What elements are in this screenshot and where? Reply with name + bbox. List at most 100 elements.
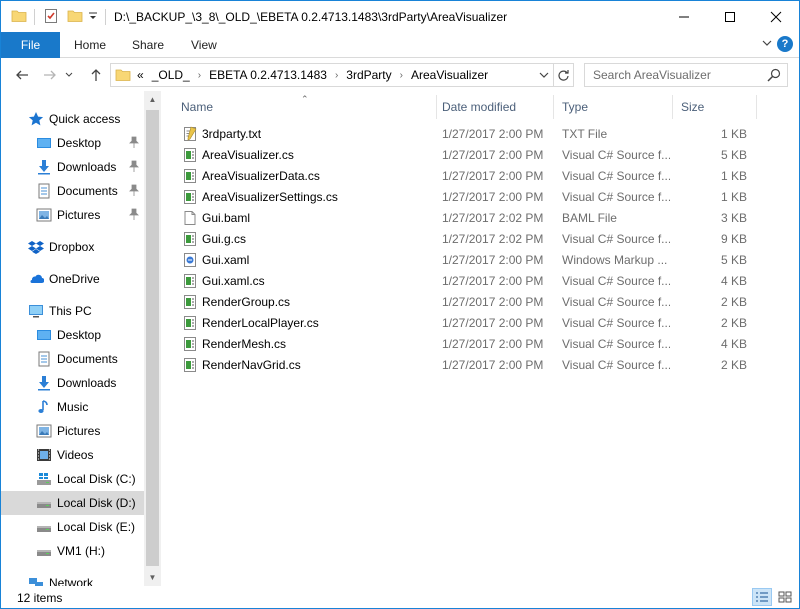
up-arrow-icon[interactable] [87,66,105,84]
scroll-down-arrow-icon[interactable]: ▼ [144,569,161,586]
file-row[interactable]: Gui.baml 1/27/2017 2:02 PM BAML File 3 KB [179,208,759,229]
file-date: 1/27/2017 2:00 PM [442,316,544,330]
column-header-label: Name [181,100,214,114]
file-name: RenderLocalPlayer.cs [202,316,319,330]
folder-icon [11,8,29,26]
sidebar-item-pictures[interactable]: Pictures [1,419,144,443]
sidebar-item-videos[interactable]: Videos [1,443,144,467]
file-size: 1 KB [720,127,747,141]
file-row[interactable]: RenderNavGrid.cs 1/27/2017 2:00 PM Visual … [179,355,759,376]
expand-ribbon-chevron-icon[interactable] [761,37,773,52]
sidebar-item-vm1-h[interactable]: VM1 (H:) [1,539,144,563]
scroll-up-arrow-icon[interactable]: ▲ [144,91,161,108]
column-header-size[interactable]: Size [661,95,756,119]
navigation-pane: Quick access Desktop Downloads Documents [1,91,161,586]
sidebar-item-dropbox[interactable]: Dropbox [1,235,144,259]
file-type: Visual C# Source f... [562,295,670,309]
file-row[interactable]: RenderMesh.cs 1/27/2017 2:00 PM Visual C# … [179,334,759,355]
breadcrumb-ebeta[interactable]: EBETA 0.2.4713.1483 [209,68,327,82]
breadcrumb-old[interactable]: _OLD_ [152,68,190,82]
file-type: Visual C# Source f... [562,190,670,204]
file-row[interactable]: RenderLocalPlayer.cs 1/27/2017 2:00 PM Vis… [179,313,759,334]
forward-arrow-icon[interactable] [41,66,59,84]
file-size: 5 KB [720,148,747,162]
sidebar-item-desktop[interactable]: Desktop [1,323,144,347]
sidebar-item-documents[interactable]: Documents [1,347,144,371]
tab-file[interactable]: File [1,32,60,58]
blank-file-icon [182,210,198,226]
dropbox-icon [28,239,44,255]
csharp-file-icon [182,168,198,184]
details-view-button[interactable] [752,588,772,606]
column-header-name[interactable]: Name ⌃ [161,94,436,119]
file-row[interactable]: Gui.g.cs 1/27/2017 2:02 PM Visual C# Sourc… [179,229,759,250]
sidebar-item-downloads-pinned[interactable]: Downloads [1,155,144,179]
sidebar-item-local-disk-e[interactable]: Local Disk (E:) [1,515,144,539]
file-row[interactable]: AreaVisualizerSettings.cs 1/27/2017 2:00 … [179,187,759,208]
file-row[interactable]: RenderGroup.cs 1/27/2017 2:00 PM Visual C#… [179,292,759,313]
file-name: RenderGroup.cs [202,295,291,309]
column-header-date[interactable]: Date modified [422,95,545,119]
breadcrumb-separator-icon[interactable]: › [335,70,338,81]
breadcrumb-areavisualizer[interactable]: AreaVisualizer [411,68,488,82]
sidebar-item-quick-access[interactable]: Quick access [1,107,144,131]
close-button[interactable] [753,1,799,32]
pictures-icon [36,207,52,223]
sidebar-item-local-disk-d[interactable]: Local Disk (D:) [1,491,144,515]
customize-toolbar-chevron-icon[interactable] [87,10,105,28]
large-icons-view-button[interactable] [775,588,795,606]
minimize-button[interactable] [661,1,707,32]
file-type: Windows Markup ... [562,253,668,267]
breadcrumb-separator-icon[interactable]: › [400,70,403,81]
sidebar-item-documents-pinned[interactable]: Documents [1,179,144,203]
properties-icon[interactable] [43,8,61,26]
recent-locations-chevron-icon[interactable] [63,66,75,84]
column-header-label: Size [681,100,705,114]
sidebar-item-label: Quick access [49,112,121,126]
sidebar-item-local-disk-c[interactable]: Local Disk (C:) [1,467,144,491]
sidebar-item-music[interactable]: Music [1,395,144,419]
column-header-type[interactable]: Type [542,95,660,119]
address-bar[interactable]: « _OLD_ › EBETA 0.2.4713.1483 › 3rdParty… [110,63,554,87]
file-row[interactable]: 3rdparty.txt 1/27/2017 2:00 PM TXT File 1 K… [179,124,759,145]
sidebar-scrollbar[interactable]: ▲ ▼ [144,91,161,586]
help-button[interactable]: ? [777,36,793,52]
sidebar-item-onedrive[interactable]: OneDrive [1,267,144,291]
file-type: TXT File [562,127,608,141]
search-input[interactable] [593,68,763,82]
file-size: 9 KB [720,232,747,246]
sidebar-item-label: VM1 (H:) [57,544,105,558]
file-row[interactable]: AreaVisualizerData.cs 1/27/2017 2:00 PM Vi… [179,166,759,187]
address-dropdown-chevron-icon[interactable] [535,64,553,86]
tab-share[interactable]: Share [132,38,164,52]
file-row[interactable]: Gui.xaml 1/27/2017 2:00 PM Windows Markup … [179,250,759,271]
file-type: Visual C# Source f... [562,232,670,246]
file-row[interactable]: AreaVisualizer.cs 1/27/2017 2:00 PM Visual… [179,145,759,166]
scrollbar-thumb[interactable] [146,110,159,566]
desktop-icon [36,327,52,343]
refresh-icon [558,69,569,81]
file-size: 4 KB [720,337,747,351]
file-name: AreaVisualizerSettings.cs [202,190,338,204]
status-bar: 12 items [1,586,799,608]
breadcrumb-3rdparty[interactable]: 3rdParty [346,68,391,82]
file-row[interactable]: Gui.xaml.cs 1/27/2017 2:00 PM Visual C# So… [179,271,759,292]
search-box[interactable] [584,63,788,87]
csharp-file-icon [182,189,198,205]
tab-home[interactable]: Home [74,38,106,52]
back-arrow-icon[interactable] [13,66,31,84]
sidebar-item-this-pc[interactable]: This PC [1,299,144,323]
breadcrumb-separator-icon[interactable]: › [198,70,201,81]
maximize-button[interactable] [707,1,753,32]
refresh-button[interactable] [554,63,574,87]
tab-view[interactable]: View [191,38,217,52]
address-overflow[interactable]: « [137,68,144,82]
new-folder-icon[interactable] [67,8,85,26]
sidebar-item-pictures-pinned[interactable]: Pictures [1,203,144,227]
search-icon[interactable] [767,68,781,85]
file-type: Visual C# Source f... [562,358,670,372]
sidebar-item-downloads[interactable]: Downloads [1,371,144,395]
sidebar-item-network[interactable]: Network [1,571,144,586]
sidebar-item-label: Pictures [57,208,101,222]
sidebar-item-desktop-pinned[interactable]: Desktop [1,131,144,155]
